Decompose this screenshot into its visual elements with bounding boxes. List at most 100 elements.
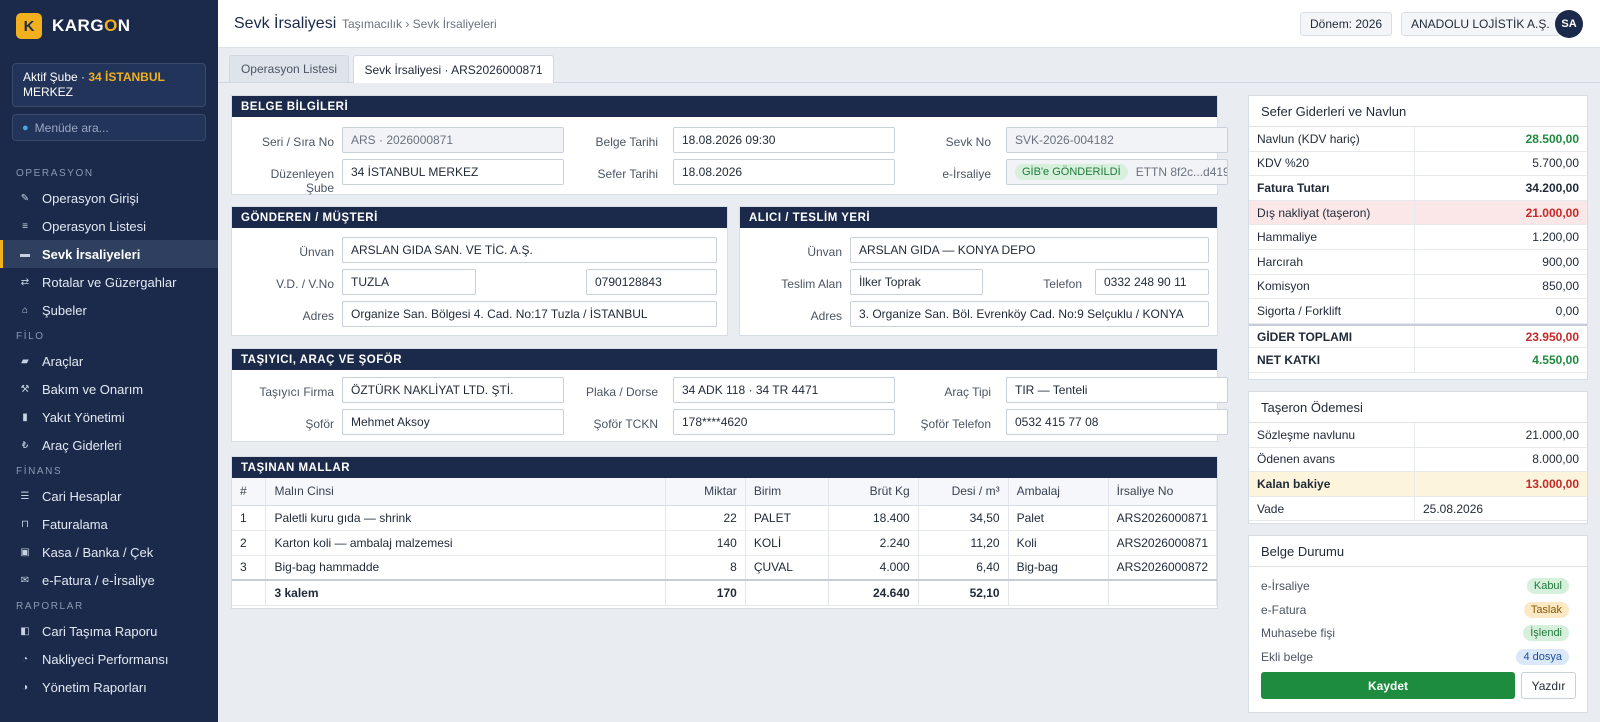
column-header[interactable]: Birim — [745, 478, 829, 506]
table-cell: 2 — [232, 530, 267, 556]
received-by-field[interactable]: İlker Toprak — [850, 269, 983, 295]
sidebar-item[interactable]: ⌂ Şubeler — [0, 296, 218, 324]
sidebar-item-label: Operasyon Listesi — [42, 218, 147, 234]
document-status-panel: Belge Durumu e-İrsaliye Kabul e-Fatura Tasl… — [1248, 535, 1588, 713]
document-date-field[interactable]: 18.08.2026 09:30 — [673, 127, 895, 153]
period-selector[interactable]: Dönem: 2026 — [1300, 12, 1393, 36]
panel-heading: TAŞIYICI, ARAÇ VE ŞOFÖR — [232, 349, 1217, 370]
finance-row-label: Komisyon — [1249, 274, 1415, 299]
sidebar-item[interactable]: ⇄ Rotalar ve Güzergahlar — [0, 268, 218, 296]
panel-heading: GÖNDEREN / MÜŞTERİ — [232, 207, 727, 228]
finance-row: Harcırah 900,00 — [1249, 249, 1587, 275]
topbar: Sevk İrsaliyesi Taşımacılık › Sevk İrsal… — [218, 0, 1600, 48]
status-label: e-Fatura — [1261, 602, 1307, 617]
receiver-title-field[interactable]: ARSLAN GIDA — KONYA DEPO — [850, 237, 1209, 263]
sidebar-item[interactable]: ₺ Araç Giderleri — [0, 431, 218, 459]
sidebar-item[interactable]: ⊓ Faturalama — [0, 510, 218, 538]
panel-title: Sefer Giderleri ve Navlun — [1249, 96, 1587, 127]
sidebar-item-label: e-Fatura / e-İrsaliye — [42, 572, 155, 588]
sidebar-item[interactable]: ≡ Operasyon Listesi — [0, 212, 218, 240]
total-quantity: 170 — [665, 579, 746, 606]
finance-row: Komisyon 850,00 — [1249, 274, 1587, 300]
finance-row: NET KATKI 4.550,00 — [1249, 348, 1587, 373]
sidebar-item[interactable]: ⚒ Bakım ve Onarım — [0, 375, 218, 403]
sidebar-item[interactable]: ◔ Nakliyeci Performansı — [0, 645, 218, 673]
tab-operation-list[interactable]: Operasyon Listesi — [229, 55, 349, 82]
table-row[interactable]: 2 Karton koli — ambalaj malzemesi 140 KOLİ 2… — [232, 530, 1218, 556]
sidebar-item[interactable]: ✎ Operasyon Girişi — [0, 184, 218, 212]
column-header[interactable]: Desi / m³ — [918, 478, 1009, 506]
table-row[interactable]: 1 Paletli kuru gıda — shrink 22 PALET 18.400… — [232, 505, 1218, 531]
column-header[interactable]: Brüt Kg — [828, 478, 919, 506]
finance-row-label: Kalan bakiye — [1249, 472, 1415, 496]
column-header[interactable]: # — [232, 478, 267, 506]
sidebar-item[interactable]: ◑ Yönetim Raporları — [0, 673, 218, 701]
sender-title-field[interactable]: ARSLAN GIDA SAN. VE TİC. A.Ş. — [342, 237, 717, 263]
breadcrumb[interactable]: Taşımacılık › Sevk İrsaliyeleri — [342, 17, 497, 31]
trip-date-field[interactable]: 18.08.2026 — [673, 159, 895, 185]
mail-icon: ✉ — [20, 574, 30, 586]
save-button[interactable]: Kaydet — [1261, 672, 1515, 699]
sidebar-item-label: Rotalar ve Güzergahlar — [42, 274, 177, 290]
receiver-phone-field[interactable]: 0332 248 90 11 — [1095, 269, 1209, 295]
finance-row-value: 34.200,00 — [1525, 180, 1579, 195]
sidebar-item[interactable]: ▰ Araçlar — [0, 347, 218, 375]
sidebar-item[interactable]: ✉ e-Fatura / e-İrsaliye — [0, 566, 218, 594]
column-header[interactable]: Ambalaj — [1008, 478, 1109, 506]
menu-search-input[interactable]: ● Menüde ara... — [12, 114, 206, 141]
driver-field[interactable]: Mehmet Aksoy — [342, 409, 564, 435]
sender-panel: GÖNDEREN / MÜŞTERİ Ünvan ARSLAN GIDA SAN… — [231, 206, 728, 336]
serial-number-field[interactable]: ARS · 2026000871 — [342, 127, 564, 153]
table-cell: 11,20 — [918, 530, 1009, 556]
sidebar-item[interactable]: ▮ Yakıt Yönetimi — [0, 403, 218, 431]
tools-icon: ⚒ — [20, 383, 30, 395]
tax-number-field[interactable]: 0790128843 — [586, 269, 717, 295]
shipment-number-field[interactable]: SVK-2026-004182 — [1006, 127, 1228, 153]
issuing-branch-field[interactable]: 34 İSTANBUL MERKEZ — [342, 159, 564, 185]
driver-id-field[interactable]: 178****4620 — [673, 409, 895, 435]
sidebar-item[interactable]: ☰ Cari Hesaplar — [0, 482, 218, 510]
sidebar-item[interactable]: ▣ Kasa / Banka / Çek — [0, 538, 218, 566]
finance-row-value: 13.000,00 — [1525, 476, 1579, 491]
print-button[interactable]: Yazdır — [1521, 672, 1576, 699]
lock-icon: ⊓ — [21, 518, 29, 530]
finance-row-label: Hammaliye — [1249, 225, 1415, 249]
avatar[interactable]: SA — [1555, 10, 1583, 38]
table-header-row: # Malın Cinsi Miktar Birim Brüt Kg Desi … — [232, 478, 1218, 506]
table-cell: 18.400 — [828, 505, 919, 531]
page-title: Sevk İrsaliyesi — [234, 15, 337, 32]
total-volume: 52,10 — [918, 579, 1009, 606]
finance-row-value: 850,00 — [1542, 279, 1579, 294]
column-header[interactable]: Miktar — [665, 478, 746, 506]
sidebar-item-label: Faturalama — [42, 516, 108, 532]
status-badge: 4 dosya — [1516, 648, 1569, 665]
status-badge: Taslak — [1523, 601, 1569, 618]
table-total-row: 3 kalem 170 24.640 52,10 — [232, 579, 1218, 606]
e-waybill-field[interactable]: GİB'e GÖNDERİLDİ ETTN 8f2c...d419 — [1006, 159, 1228, 185]
column-header[interactable]: İrsaliye No — [1108, 478, 1218, 506]
table-cell: 22 — [665, 505, 746, 531]
panel-title: Taşeron Ödemesi — [1249, 392, 1587, 423]
plate-field[interactable]: 34 ADK 118 · 34 TR 4471 — [673, 377, 895, 403]
sidebar-item-label: Cari Taşıma Raporu — [42, 623, 158, 639]
tab-waybill[interactable]: Sevk İrsaliyesi · ARS2026000871 — [353, 55, 554, 83]
brand[interactable]: K KARGON — [0, 0, 218, 52]
sidebar-item[interactable]: ◧ Cari Taşıma Raporu — [0, 617, 218, 645]
driver-phone-field[interactable]: 0532 415 77 08 — [1006, 409, 1228, 435]
sender-address-field[interactable]: Organize San. Bölgesi 4. Cad. No:17 Tuzl… — [342, 301, 717, 327]
finance-row: Sözleşme navlunu 21.000,00 — [1249, 423, 1587, 448]
table-row[interactable]: 3 Big-bag hammadde 8 ÇUVAL 4.000 6,40 Big-bag A… — [232, 555, 1218, 581]
company-selector[interactable]: ANADOLU LOJİSTİK A.Ş. — [1401, 12, 1560, 36]
cash-icon: ▣ — [20, 546, 30, 558]
vehicle-type-field[interactable]: TIR — Tenteli — [1006, 377, 1228, 403]
table-cell: 3 — [232, 555, 267, 581]
carrier-firm-field[interactable]: ÖZTÜRK NAKLİYAT LTD. ŞTİ. — [342, 377, 564, 403]
column-header[interactable]: Malın Cinsi — [265, 478, 666, 506]
report-icon: ◧ — [20, 625, 30, 637]
active-branch-selector[interactable]: Aktif Şube · 34 İSTANBUL MERKEZ — [12, 63, 206, 107]
tax-office-field[interactable]: TUZLA — [342, 269, 476, 295]
sidebar-item[interactable]: ▬ Sevk İrsaliyeleri — [0, 240, 218, 268]
receiver-address-field[interactable]: 3. Organize San. Böl. Evrenköy Cad. No:9… — [850, 301, 1209, 327]
finance-row-value: 23.950,00 — [1525, 329, 1579, 344]
table-cell: ÇUVAL — [745, 555, 829, 581]
